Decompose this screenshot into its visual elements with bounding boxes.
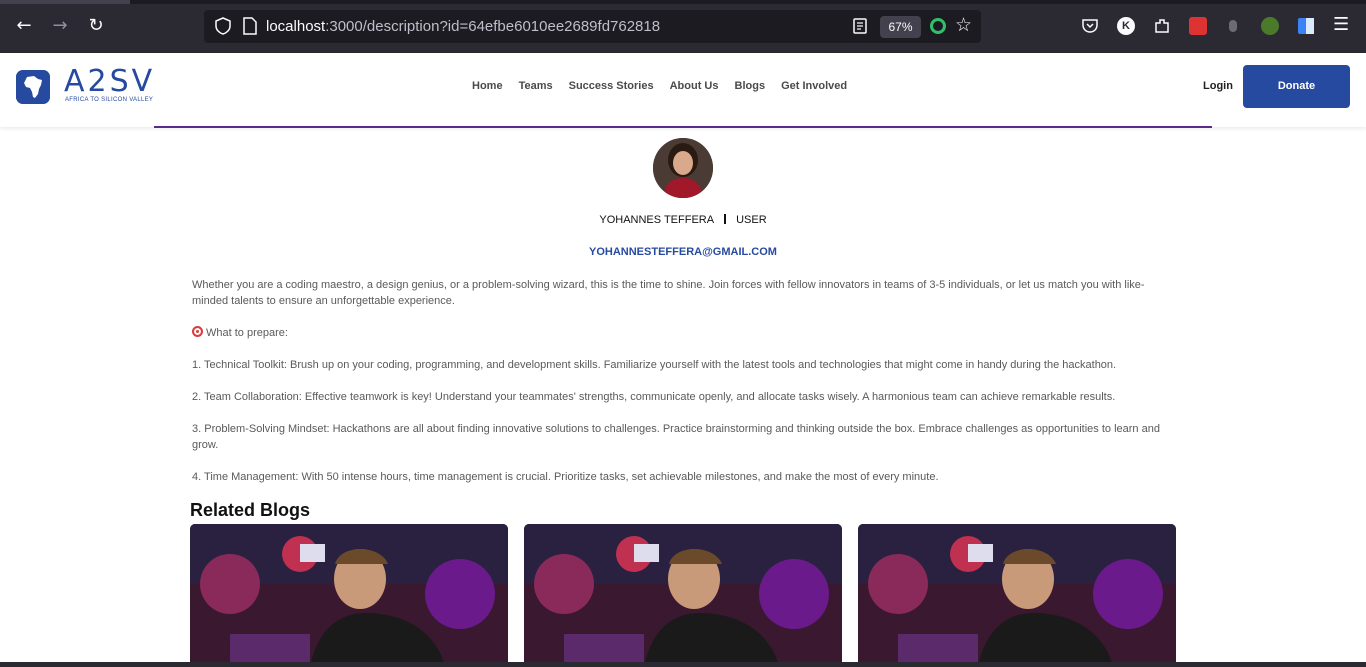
prepare-heading-text: What to prepare: [206, 327, 288, 339]
blog-card-image[interactable] [190, 524, 508, 667]
separator [724, 214, 727, 224]
nav-teams[interactable]: Teams [519, 80, 553, 92]
bookmark-star-icon[interactable]: ☆ [955, 14, 972, 36]
related-blogs-title: Related Blogs [190, 500, 311, 520]
target-icon [192, 326, 203, 337]
active-tab[interactable] [0, 0, 130, 4]
logo-subtitle: AFRICA TO SILICON VALLEY [65, 97, 154, 103]
avatar-photo [653, 138, 713, 198]
main-nav: Home Teams Success Stories About Us Blog… [472, 80, 863, 92]
divider [154, 126, 1212, 128]
blog-card[interactable] [190, 524, 508, 667]
nav-home[interactable]: Home [472, 80, 503, 92]
login-link[interactable]: Login [1203, 80, 1233, 92]
back-icon[interactable]: ← [12, 14, 36, 38]
blog-card[interactable] [858, 524, 1176, 667]
author-email[interactable]: YOHANNESTEFFERA@GMAIL.COM [0, 246, 1366, 258]
nav-get-involved[interactable]: Get Involved [781, 80, 847, 92]
extension-leaf-icon[interactable] [1261, 17, 1279, 35]
tab-strip [0, 0, 1366, 4]
extensions-icon[interactable] [1153, 17, 1171, 35]
blog-card-image[interactable] [858, 524, 1176, 667]
list-item: 4. Time Management: With 50 intense hour… [192, 471, 939, 483]
reload-icon[interactable]: ↻ [84, 14, 108, 38]
author-role: USER [736, 214, 767, 226]
extension-blue-icon[interactable] [1298, 18, 1314, 34]
forward-icon[interactable]: → [48, 14, 72, 38]
extension-ring-icon[interactable] [930, 18, 946, 34]
blog-card[interactable] [524, 524, 842, 667]
africa-logo-icon[interactable] [16, 70, 50, 104]
list-item: 3. Problem-Solving Mindset: Hackathons a… [192, 423, 1160, 451]
shield-icon[interactable] [214, 17, 232, 35]
nav-blogs[interactable]: Blogs [735, 80, 766, 92]
intro-paragraph: Whether you are a coding maestro, a desi… [192, 279, 1145, 307]
nav-about-us[interactable]: About Us [670, 80, 719, 92]
zoom-level[interactable]: 67% [880, 16, 921, 38]
page-icon[interactable] [242, 17, 258, 35]
donate-button[interactable]: Donate [1243, 65, 1350, 108]
author-info: YOHANNES TEFFERA USER [0, 214, 1366, 226]
extension-grey-icon[interactable] [1229, 20, 1237, 32]
taskbar-edge [0, 662, 1366, 667]
profile-icon[interactable]: K [1117, 17, 1135, 35]
list-item: 2. Team Collaboration: Effective teamwor… [192, 391, 1116, 403]
blog-card-image[interactable] [524, 524, 842, 667]
author-name: YOHANNES TEFFERA [599, 214, 715, 226]
address-bar[interactable]: localhost:3000/description?id=64efbe6010… [204, 10, 981, 43]
site-header: A2SV AFRICA TO SILICON VALLEY Home Teams… [0, 53, 1366, 127]
browser-toolbar: ← → ↻ localhost:3000/description?id=64ef… [0, 0, 1366, 53]
avatar [653, 138, 713, 198]
extension-red-icon[interactable] [1189, 17, 1207, 35]
reader-view-icon[interactable] [851, 17, 869, 35]
logo-text[interactable]: A2SV [64, 67, 155, 97]
pocket-icon[interactable] [1081, 17, 1099, 35]
list-item: 1. Technical Toolkit: Brush up on your c… [192, 359, 1117, 371]
menu-icon[interactable]: ☰ [1333, 14, 1349, 35]
url-text[interactable]: localhost:3000/description?id=64efbe6010… [266, 18, 660, 35]
prepare-heading: What to prepare: [192, 325, 1172, 341]
nav-success-stories[interactable]: Success Stories [569, 80, 654, 92]
